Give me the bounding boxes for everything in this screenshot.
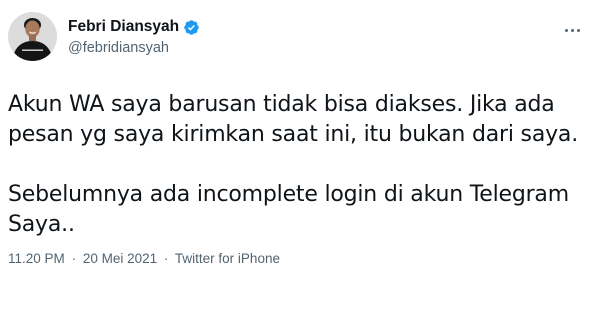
meta-separator: · (71, 251, 77, 266)
display-name-row: Febri Diansyah (68, 16, 200, 38)
display-name[interactable]: Febri Diansyah (68, 18, 179, 36)
meta-separator: · (163, 251, 169, 266)
author-handle[interactable]: @febridiansyah (68, 40, 200, 56)
more-options-icon[interactable] (560, 22, 584, 38)
tweet-text-line: pesan yg saya kirimkan saat ini, itu buk… (8, 122, 578, 147)
avatar[interactable] (8, 12, 57, 61)
tweet-card: Febri Diansyah @febridiansyah Akun WA sa… (0, 0, 600, 320)
tweet-source[interactable]: Twitter for iPhone (175, 251, 280, 266)
tweet-date[interactable]: 20 Mei 2021 (83, 251, 157, 266)
tweet-text: Akun WA saya barusan tidak bisa diakses.… (8, 90, 592, 240)
tweet-time[interactable]: 11.20 PM (8, 251, 65, 266)
verified-badge-icon (183, 19, 200, 36)
tweet-text-line: Saya.. (8, 212, 75, 237)
tweet-meta: 11.20 PM · 20 Mei 2021 · Twitter for iPh… (8, 251, 280, 266)
avatar-image (8, 12, 57, 61)
tweet-header: Febri Diansyah @febridiansyah (8, 12, 592, 72)
tweet-text-line: Akun WA saya barusan tidak bisa diakses.… (8, 92, 555, 117)
tweet-text-line: Sebelumnya ada incomplete login di akun … (8, 182, 569, 207)
author-names: Febri Diansyah @febridiansyah (68, 16, 200, 56)
